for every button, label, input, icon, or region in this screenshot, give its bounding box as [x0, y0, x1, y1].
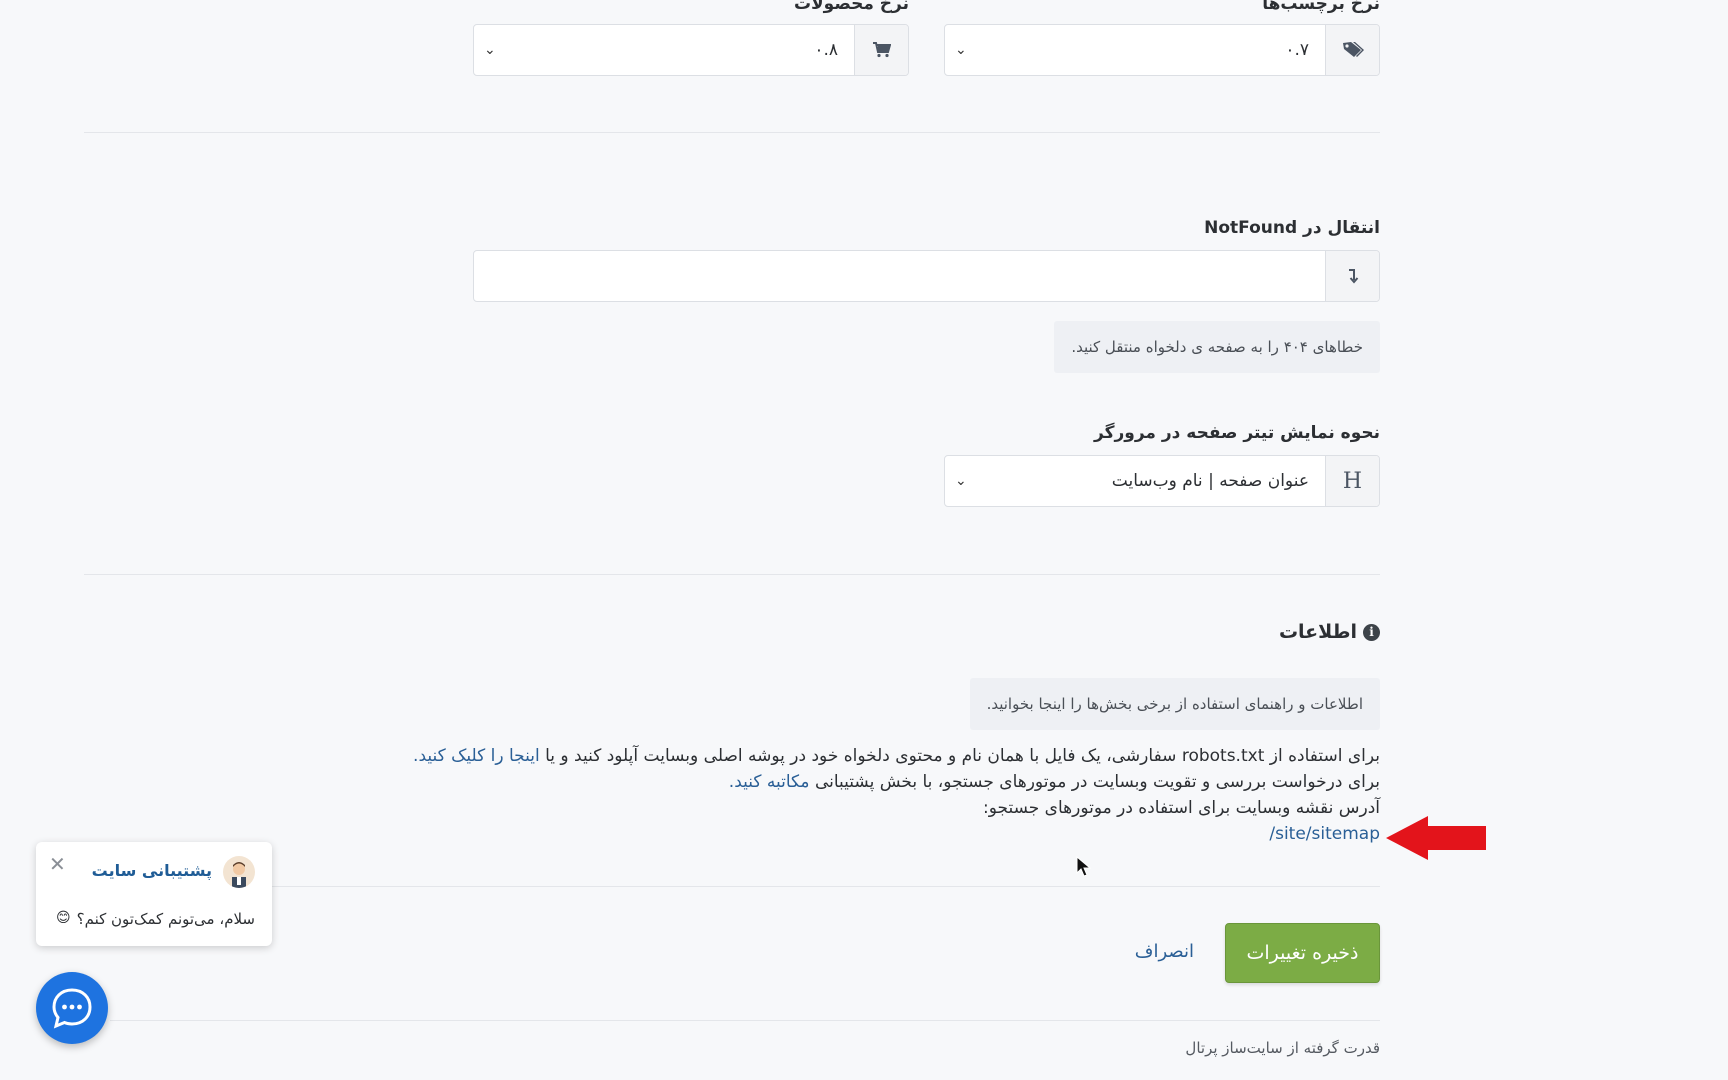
tag-icon	[1325, 25, 1379, 75]
products-rate-value: ۰.۸	[814, 40, 838, 60]
robots-paragraph: برای استفاده از robots.txt سفارشی، یک فا…	[413, 746, 1380, 766]
chat-launcher-button[interactable]	[36, 972, 108, 1044]
notfound-label: انتقال در NotFound	[1204, 218, 1380, 238]
divider	[84, 574, 1380, 575]
info-help: اطلاعات و راهنمای استفاده از برخی بخش‌ها…	[969, 678, 1380, 730]
save-button[interactable]: ذخیره تغییرات	[1225, 923, 1380, 983]
notfound-help-text: خطاهای ۴۰۴ را به صفحه ی دلخواه منتقل کنی…	[1071, 338, 1363, 356]
cart-icon	[854, 25, 908, 75]
title-display-label: نحوه نمایش تیتر صفحه در مرورگر	[1094, 423, 1380, 443]
tags-rate-label: نرخ برچسب‌ها	[1262, 0, 1380, 14]
close-icon[interactable]: ✕	[49, 852, 66, 876]
tags-rate-select[interactable]: ۰.۷ ⌄	[944, 24, 1380, 76]
avatar	[223, 856, 255, 888]
chevron-down-icon: ⌄	[484, 42, 496, 58]
title-display-select[interactable]: H عنوان صفحه | نام وب‌سایت ⌄	[944, 455, 1380, 507]
info-icon: i	[1363, 623, 1380, 641]
support-name: پشتیبانی سایت	[91, 861, 212, 880]
sitemap-link[interactable]: /site/sitemap	[1269, 821, 1380, 847]
sitemap-paragraph: آدرس نقشه وبسایت برای استفاده در موتورها…	[982, 798, 1380, 818]
info-help-text: اطلاعات و راهنمای استفاده از برخی بخش‌ها…	[986, 695, 1363, 713]
smile-emoji-icon: 😊	[56, 910, 71, 926]
divider	[110, 1020, 1380, 1021]
notfound-help: خطاهای ۴۰۴ را به صفحه ی دلخواه منتقل کنی…	[1054, 321, 1380, 373]
divider	[84, 132, 1380, 133]
products-rate-label: نرخ محصولات	[793, 0, 909, 14]
robots-click-here-link[interactable]: اینجا را کلیک کنید.	[413, 746, 540, 766]
powered-by-footer: قدرت گرفته از سایت‌ساز پرتال	[1185, 1039, 1380, 1057]
chevron-down-icon: ⌄	[955, 473, 967, 489]
redirect-icon	[1325, 251, 1379, 301]
info-section-title: i اطلاعات	[1279, 621, 1380, 643]
notfound-input[interactable]	[473, 250, 1380, 302]
products-rate-select[interactable]: ۰.۸ ⌄	[473, 24, 909, 76]
support-message: سلام، می‌تونم کمک‌تون کنم؟ 😊	[56, 910, 255, 928]
tags-rate-value: ۰.۷	[1285, 40, 1309, 60]
title-display-value: عنوان صفحه | نام وب‌سایت	[1111, 471, 1309, 491]
divider	[270, 886, 1380, 887]
support-chat-card[interactable]: ✕ پشتیبانی سایت سلام، می‌تونم کمک‌تون کن…	[36, 842, 272, 946]
mouse-cursor-icon	[1076, 856, 1092, 877]
heading-icon: H	[1325, 456, 1379, 506]
chevron-down-icon: ⌄	[955, 42, 967, 58]
contact-support-link[interactable]: مکاتبه کنید.	[729, 772, 810, 792]
chat-icon	[52, 988, 92, 1029]
red-arrow-annotation	[1386, 816, 1486, 860]
cancel-link[interactable]: انصراف	[1135, 941, 1194, 962]
seo-paragraph: برای درخواست بررسی و تقویت وبسایت در موت…	[728, 772, 1380, 792]
